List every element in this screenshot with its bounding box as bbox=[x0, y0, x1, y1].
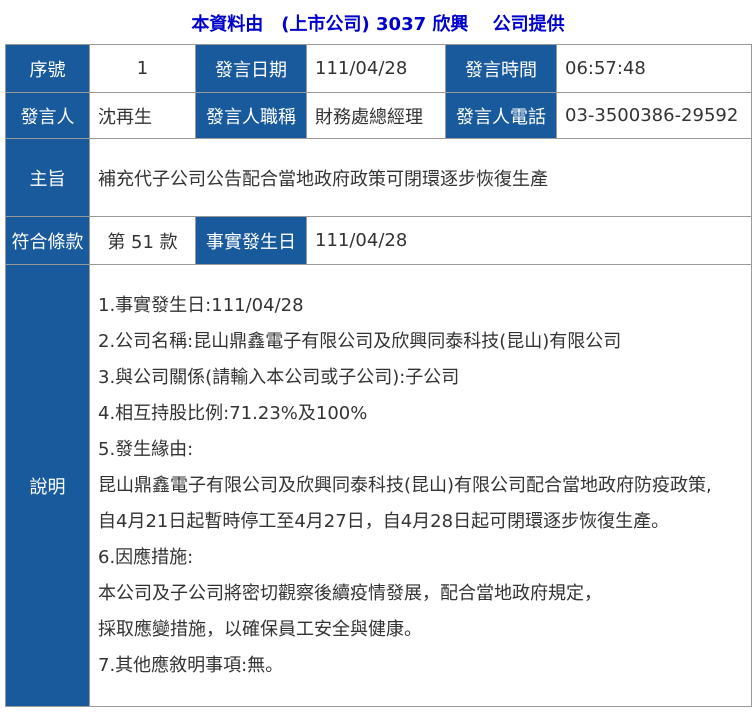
description-line: 本公司及子公司將密切觀察後續疫情發展，配合當地政府規定， bbox=[98, 582, 602, 604]
time-label: 發言時間 bbox=[445, 44, 557, 93]
description-label: 說明 bbox=[5, 264, 90, 707]
page-title: 本資料由 (上市公司) 3037 欣興 公司提供 bbox=[191, 14, 565, 35]
subject-label: 主旨 bbox=[5, 138, 90, 217]
fact-date-label: 事實發生日 bbox=[195, 216, 307, 265]
date-label: 發言日期 bbox=[195, 44, 307, 93]
description-line: 3.與公司關係(請輸入本公司或子公司):子公司 bbox=[98, 366, 460, 388]
speaker-phone-label: 發言人電話 bbox=[445, 92, 557, 139]
description-line: 採取應變措施，以確保員工安全與健康。 bbox=[98, 618, 422, 640]
speaker-title-label: 發言人職稱 bbox=[195, 92, 307, 139]
table-row: 發言人 沈再生 發言人職稱 財務處總經理 發言人電話 03-3500386-29… bbox=[5, 92, 752, 139]
description-line: 2.公司名稱:昆山鼎鑫電子有限公司及欣興同泰科技(昆山)有限公司 bbox=[98, 330, 622, 352]
seq-value: 1 bbox=[89, 44, 196, 93]
clause-value: 第 51 款 bbox=[89, 216, 196, 265]
fact-date-value: 111/04/28 bbox=[306, 216, 752, 265]
description-line: 自4月21日起暫時停工至4月27日，自4月28日起可閉環逐步恢復生產。 bbox=[98, 510, 670, 532]
speaker-title-value: 財務處總經理 bbox=[306, 92, 446, 139]
speaker-value: 沈再生 bbox=[89, 92, 196, 139]
table-row: 說明 1.事實發生日:111/04/28 2.公司名稱:昆山鼎鑫電子有限公司及欣興… bbox=[5, 264, 752, 707]
seq-label: 序號 bbox=[5, 44, 90, 93]
description-line: 4.相互持股比例:71.23%及100% bbox=[98, 402, 368, 424]
table-row: 主旨 補充代子公司公告配合當地政府政策可閉環逐步恢復生產 bbox=[5, 138, 752, 217]
description-line: 昆山鼎鑫電子有限公司及欣興同泰科技(昆山)有限公司配合當地政府防疫政策, bbox=[98, 474, 712, 496]
table-row: 序號 1 發言日期 111/04/28 發言時間 06:57:48 bbox=[5, 44, 752, 93]
description-line: 6.因應措施: bbox=[98, 546, 194, 568]
description-line: 5.發生緣由: bbox=[98, 438, 194, 460]
date-value: 111/04/28 bbox=[306, 44, 446, 93]
description-line: 7.其他應敘明事項:無。 bbox=[98, 654, 284, 676]
speaker-phone-value: 03-3500386-29592 bbox=[556, 92, 752, 139]
table-row: 符合條款 第 51 款 事實發生日 111/04/28 bbox=[5, 216, 752, 265]
description-content: 1.事實發生日:111/04/28 2.公司名稱:昆山鼎鑫電子有限公司及欣興同泰科… bbox=[89, 264, 752, 707]
time-value: 06:57:48 bbox=[556, 44, 752, 93]
announcement-table: 序號 1 發言日期 111/04/28 發言時間 06:57:48 發言人 沈再… bbox=[5, 44, 752, 707]
speaker-label: 發言人 bbox=[5, 92, 90, 139]
description-lines: 1.事實發生日:111/04/28 2.公司名稱:昆山鼎鑫電子有限公司及欣興同泰科… bbox=[98, 284, 743, 688]
subject-value: 補充代子公司公告配合當地政府政策可閉環逐步恢復生產 bbox=[89, 138, 752, 217]
description-line: 1.事實發生日:111/04/28 bbox=[98, 294, 304, 316]
clause-label: 符合條款 bbox=[5, 216, 90, 265]
